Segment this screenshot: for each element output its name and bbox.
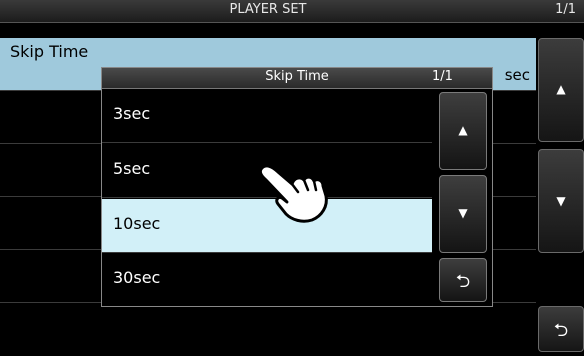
option-30sec[interactable]: 30sec: [102, 253, 432, 307]
arrow-up-icon: ▲: [556, 82, 566, 96]
arrow-down-icon: ▼: [458, 206, 468, 220]
page-indicator: 1/1: [555, 2, 576, 17]
screen-title: PLAYER SET: [229, 2, 307, 17]
popup-back-button[interactable]: ⮌: [439, 258, 487, 302]
back-button[interactable]: ⮌: [538, 306, 584, 352]
popup-page-indicator: 1/1: [432, 69, 453, 84]
scroll-up-button[interactable]: ▲: [538, 38, 584, 142]
popup-scroll-up-button[interactable]: ▲: [439, 92, 487, 170]
popup-header: Skip Time 1/1: [102, 68, 492, 89]
option-3sec[interactable]: 3sec: [102, 89, 432, 143]
arrow-down-icon: ▼: [556, 194, 566, 208]
title-bar: PLAYER SET 1/1: [0, 0, 584, 23]
option-label: 5sec: [113, 159, 151, 178]
option-label: 3sec: [113, 104, 151, 123]
option-label: 10sec: [113, 214, 161, 233]
scroll-down-button[interactable]: ▼: [538, 149, 584, 253]
option-label: 30sec: [113, 268, 161, 287]
return-icon: ⮌: [455, 271, 471, 292]
popup-scroll-down-button[interactable]: ▼: [439, 175, 487, 253]
player-set-screen: PLAYER SET 1/1 Skip Time sec ▲ ▼ ⮌ Skip …: [0, 0, 584, 356]
pointing-hand-icon: [258, 164, 328, 223]
settings-item-value: sec: [504, 66, 530, 84]
settings-item-label: Skip Time: [10, 42, 89, 61]
arrow-up-icon: ▲: [458, 123, 468, 137]
return-icon: ⮌: [553, 320, 569, 341]
